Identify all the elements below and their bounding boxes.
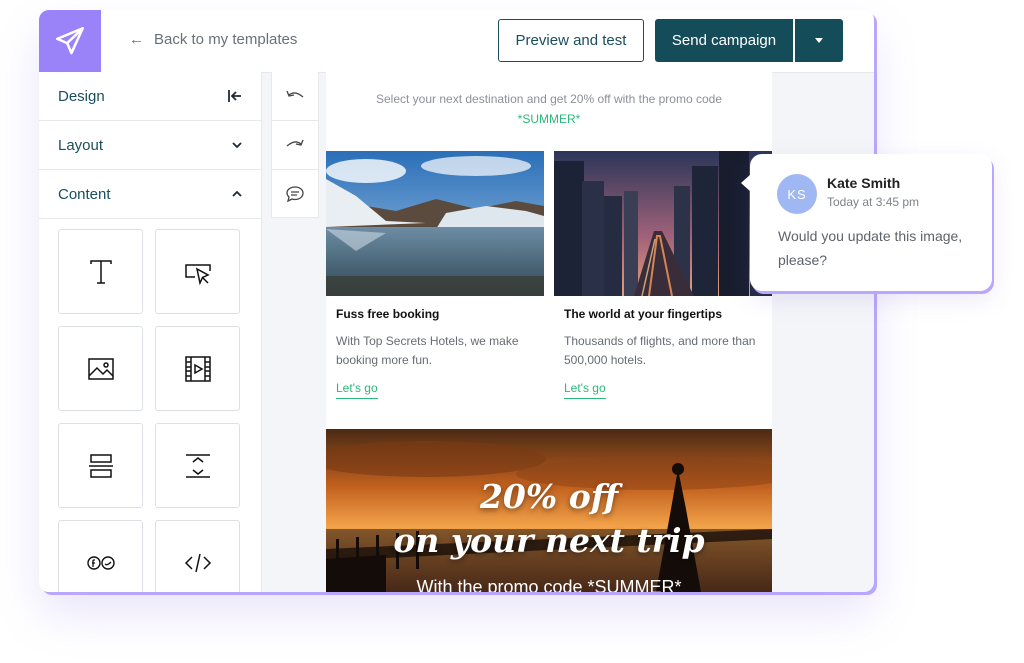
button-block-icon <box>184 263 211 285</box>
banner-subline: With the promo code *SUMMER* <box>416 577 682 592</box>
promo-code: *SUMMER* <box>517 112 581 126</box>
avatar: KS <box>777 174 817 214</box>
sidebar: Design Layout Content <box>39 72 262 592</box>
paper-plane-icon <box>55 26 85 55</box>
back-link-label: Back to my templates <box>154 31 298 48</box>
editor-tools <box>271 72 319 218</box>
comment-message: Would you update this image, please? <box>778 228 963 268</box>
divider-block-icon <box>88 453 113 478</box>
button-block-tile[interactable] <box>155 229 240 314</box>
text-block-icon <box>89 259 112 284</box>
banner-headline-line1: 20% off <box>479 477 619 516</box>
comment-icon <box>286 186 304 203</box>
banner-headline-line2: on your next trip <box>393 521 705 560</box>
card-text[interactable]: Thousands of flights, and more than 500,… <box>564 332 764 370</box>
card-image-city[interactable] <box>554 151 772 296</box>
promo-banner[interactable]: 20% off on your next trip With the promo… <box>326 429 772 592</box>
send-options-dropdown-button[interactable] <box>795 19 843 62</box>
card-link[interactable]: Let's go <box>564 381 606 399</box>
card-image-mountain-lake[interactable] <box>326 151 544 296</box>
layout-label: Layout <box>58 136 104 154</box>
design-label: Design <box>58 87 105 105</box>
sidebar-section-content[interactable]: Content <box>39 170 261 219</box>
city-photo <box>554 151 772 296</box>
promo-text: Select your next destination and get 20%… <box>376 92 722 106</box>
card-title[interactable]: The world at your fingertips <box>564 307 722 321</box>
arrow-left-icon: ← <box>129 31 144 48</box>
comment-popover[interactable]: KS Kate Smith Today at 3:45 pm Would you… <box>741 154 992 291</box>
redo-button[interactable] <box>272 121 318 170</box>
mountain-lake-photo <box>326 151 544 296</box>
comment-timestamp: Today at 3:45 pm <box>827 195 920 209</box>
promo-text-block[interactable]: Select your next destination and get 20%… <box>326 92 772 126</box>
video-block-icon <box>184 355 211 382</box>
undo-icon <box>286 90 304 98</box>
spacer-block-icon <box>185 453 210 478</box>
email-canvas[interactable]: Select your next destination and get 20%… <box>326 72 772 592</box>
commenter-name: Kate Smith <box>827 175 901 191</box>
social-block-icon <box>86 555 115 570</box>
image-block-tile[interactable] <box>58 326 143 411</box>
send-campaign-button[interactable]: Send campaign <box>655 19 793 62</box>
card-title[interactable]: Fuss free booking <box>336 307 439 321</box>
video-block-tile[interactable] <box>155 326 240 411</box>
divider-block-tile[interactable] <box>58 423 143 508</box>
logo[interactable] <box>39 10 101 72</box>
text-block-tile[interactable] <box>58 229 143 314</box>
redo-icon <box>286 139 304 147</box>
sidebar-section-layout[interactable]: Layout <box>39 121 261 170</box>
back-to-templates-link[interactable]: ← Back to my templates <box>129 31 297 48</box>
card-link[interactable]: Let's go <box>336 381 378 399</box>
card-text[interactable]: With Top Secrets Hotels, we make booking… <box>336 332 536 370</box>
chevron-down-icon <box>232 142 242 149</box>
sidebar-section-design[interactable]: Design <box>39 72 261 121</box>
content-label: Content <box>58 185 111 203</box>
preview-and-test-button[interactable]: Preview and test <box>498 19 644 62</box>
top-bar: ← Back to my templates Preview and test … <box>39 10 874 73</box>
undo-button[interactable] <box>272 72 318 121</box>
caret-down-icon <box>815 38 823 43</box>
collapse-panel-icon[interactable] <box>227 88 243 104</box>
comment-button[interactable] <box>272 170 318 218</box>
editor-window: ← Back to my templates Preview and test … <box>39 10 874 592</box>
chevron-up-icon <box>232 190 242 197</box>
social-block-tile[interactable] <box>58 520 143 592</box>
image-block-icon <box>87 357 114 380</box>
spacer-block-tile[interactable] <box>155 423 240 508</box>
html-block-tile[interactable] <box>155 520 240 592</box>
html-code-icon <box>184 553 211 572</box>
